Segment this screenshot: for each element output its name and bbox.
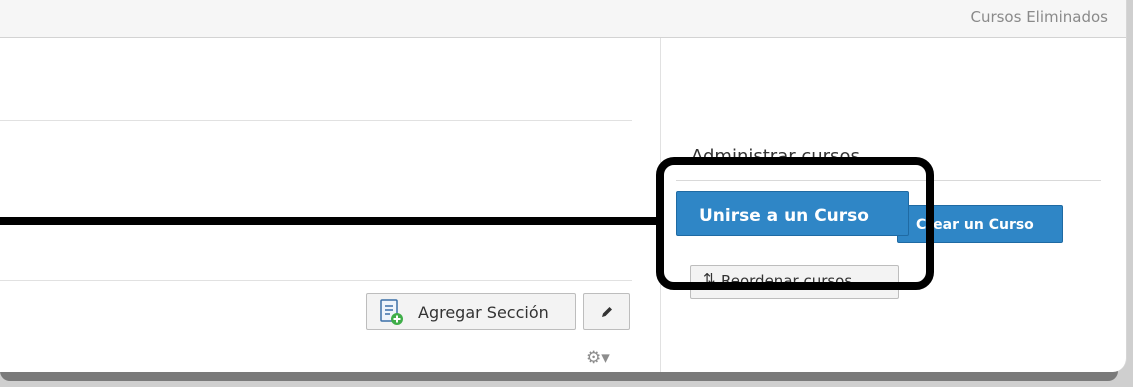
divider — [0, 120, 632, 121]
divider — [0, 280, 632, 281]
add-section-label: Agregar Sección — [418, 303, 549, 322]
settings-gear-icon[interactable]: ⚙▾ — [586, 348, 610, 368]
top-bar: Cursos Eliminados — [0, 0, 1126, 38]
notebook-add-icon — [380, 299, 403, 325]
pencil-icon — [602, 307, 612, 317]
highlight-callout-line — [0, 217, 660, 225]
courses-panel: Cursos Eliminados Administrar cursos Cre… — [0, 0, 1127, 372]
add-section-button[interactable]: Agregar Sección — [366, 293, 576, 330]
edit-button[interactable] — [583, 293, 630, 330]
deleted-courses-link[interactable]: Cursos Eliminados — [970, 8, 1108, 26]
highlight-callout-box — [656, 157, 934, 290]
